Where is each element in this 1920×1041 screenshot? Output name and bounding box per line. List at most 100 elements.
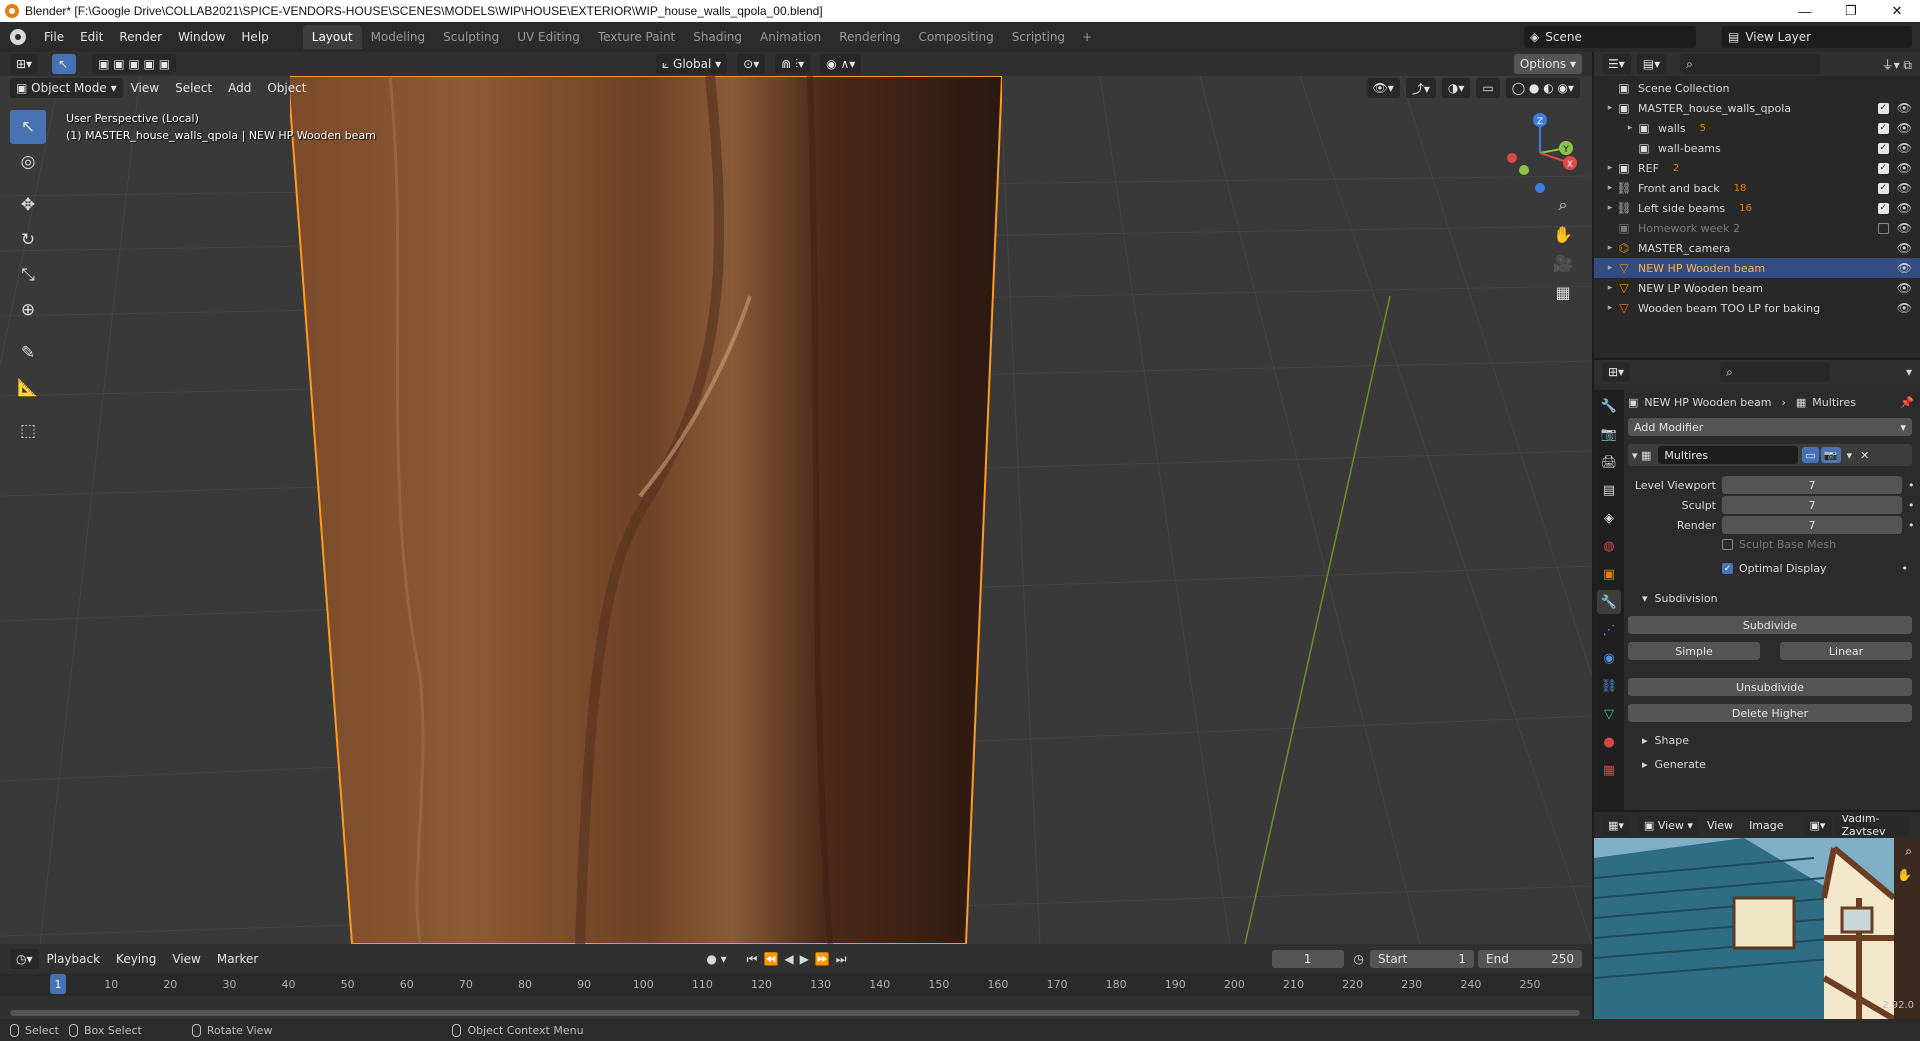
keyframe-dot-icon[interactable]: • <box>1908 499 1915 512</box>
object-mode-dropdown[interactable]: ▣ Object Mode ▾ <box>10 78 123 98</box>
annotate-tool-icon[interactable]: ✎ <box>10 336 46 370</box>
outliner-row[interactable]: ▸ ⌬ MASTER_camera 👁 <box>1594 238 1920 258</box>
tab-shading[interactable]: Shading <box>684 25 751 49</box>
menu-window[interactable]: Window <box>170 26 233 48</box>
modifier-menu-icon[interactable]: ▾ <box>1847 449 1853 462</box>
outliner-editor-type-icon[interactable]: ☰▾ <box>1602 54 1631 74</box>
subdivision-panel-header[interactable]: ▾ Subdivision <box>1628 592 1918 605</box>
cursor-tool-icon[interactable]: ◎ <box>10 145 46 179</box>
shading-mode-icons[interactable]: ◯ ● ◐ ◉▾ <box>1505 78 1580 98</box>
exclude-checkbox[interactable]: ✓ <box>1877 102 1889 114</box>
sculpt-base-mesh-checkbox[interactable] <box>1722 539 1733 550</box>
pan-hand-icon[interactable]: ✋ <box>1550 221 1576 247</box>
generate-panel-header[interactable]: ▸ Generate <box>1628 758 1918 771</box>
camera-view-icon[interactable]: 🎥 <box>1550 250 1576 276</box>
subdivide-button[interactable]: Subdivide <box>1628 616 1912 634</box>
render-toggle-icon[interactable]: 📷 <box>1820 447 1841 463</box>
add-modifier-dropdown[interactable]: Add Modifier ▾ <box>1628 418 1912 436</box>
viewport-menu-object[interactable]: Object <box>259 77 314 99</box>
image-menu-view[interactable]: View <box>1699 815 1741 836</box>
menu-help[interactable]: Help <box>233 26 276 48</box>
add-cube-tool-icon[interactable]: ⬚ <box>10 414 46 448</box>
options-dropdown[interactable]: Options ▾ <box>1513 54 1582 74</box>
timeline-playhead[interactable]: 1 <box>50 974 66 994</box>
record-icon[interactable]: ● ▾ <box>706 952 726 966</box>
keyframe-dot-icon[interactable]: • <box>1908 519 1915 532</box>
expand-arrow-icon[interactable]: ▸ <box>1604 203 1616 213</box>
view-layer-tab-icon[interactable]: ▤ <box>1597 478 1621 502</box>
exclude-checkbox[interactable]: ✓ <box>1877 202 1889 214</box>
timeline-menu-keying[interactable]: Keying <box>108 948 164 970</box>
ortho-grid-icon[interactable]: ▦ <box>1550 279 1576 305</box>
visibility-eye-icon[interactable]: 👁 <box>1897 121 1912 135</box>
blender-logo-icon[interactable] <box>10 29 26 45</box>
expand-arrow-icon[interactable]: ▸ <box>1604 163 1616 173</box>
expand-arrow-icon[interactable]: ▸ <box>1604 243 1616 253</box>
outliner-search-input[interactable]: ⌕ <box>1680 54 1821 74</box>
zoom-icon[interactable]: ⌕ <box>1550 192 1576 218</box>
expand-arrow-icon[interactable]: ▸ <box>1604 103 1616 113</box>
scene-selector[interactable]: ◈ Scene <box>1524 26 1696 48</box>
move-tool-icon[interactable]: ✥ <box>10 188 46 222</box>
tab-compositing[interactable]: Compositing <box>909 25 1002 49</box>
timeline-menu-view[interactable]: View <box>164 948 208 970</box>
timeline-scrollbar[interactable] <box>10 1010 1580 1016</box>
tab-uv-editing[interactable]: UV Editing <box>508 25 589 49</box>
outliner-row[interactable]: ▸ ⛓ Left side beams 16 ✓ 👁 <box>1594 198 1920 218</box>
material-tab-icon[interactable]: ● <box>1597 730 1621 754</box>
expand-arrow-icon[interactable]: ▸ <box>1624 123 1636 133</box>
add-workspace-icon[interactable]: + <box>1074 25 1100 49</box>
tab-scripting[interactable]: Scripting <box>1003 25 1074 49</box>
visibility-icon[interactable]: 👁▾ <box>1366 78 1400 98</box>
expand-arrow-icon[interactable]: ▸ <box>1604 263 1616 273</box>
maximize-button[interactable]: ❐ <box>1828 0 1874 22</box>
outliner-panel[interactable]: ☰▾ ▤▾ ⌕ ⏚▾ ⧉ ▣ Scene Collection ▸ ▣ MASTER… <box>1594 52 1920 358</box>
render-level-field[interactable]: 7 <box>1722 516 1902 534</box>
visibility-eye-icon[interactable]: 👁 <box>1897 201 1912 215</box>
properties-editor[interactable]: ⊞▾ ⌕ ▾ 🔧 📷 🖨 ▤ ◈ ◍ ▣ 🔧 ⋰ ◉ ⛓ ▽ ● ▦ ▣ NEW… <box>1594 360 1920 810</box>
image-browse-icon[interactable]: ▣▾ <box>1803 815 1832 835</box>
selection-mode-icons[interactable]: ▣ ▣ ▣ ▣ ▣ <box>92 54 177 74</box>
multires-modifier-header[interactable]: ▾ ▦ Multires ▭ 📷 ▾ ✕ <box>1628 444 1912 466</box>
data-tab-icon[interactable]: ▽ <box>1597 702 1621 726</box>
reference-image[interactable]: ⌕ ✋ <box>1594 838 1920 1019</box>
outliner-row[interactable]: ▸ ▣ MASTER_house_walls_qpola ✓ 👁 <box>1594 98 1920 118</box>
linear-button[interactable]: Linear <box>1780 642 1912 660</box>
outliner-row[interactable]: ▸ ⛓ Front and back 18 ✓ 👁 <box>1594 178 1920 198</box>
scale-tool-icon[interactable]: ⤡ <box>10 258 46 292</box>
properties-editor-type-icon[interactable]: ⊞▾ <box>1602 362 1631 382</box>
measure-tool-icon[interactable]: 📐 <box>10 371 46 405</box>
exclude-checkbox[interactable]: ✓ <box>1877 182 1889 194</box>
tab-layout[interactable]: Layout <box>302 25 362 49</box>
exclude-checkbox[interactable] <box>1877 222 1889 234</box>
timeline-ruler[interactable]: 1102030405060708090100110120130140150160… <box>0 974 1592 996</box>
output-tab-icon[interactable]: 🖨 <box>1597 450 1621 474</box>
tab-animation[interactable]: Animation <box>751 25 830 49</box>
outliner-row[interactable]: ▸ ▽ NEW HP Wooden beam 👁 <box>1594 258 1920 278</box>
display-mode-icon[interactable]: ▤▾ <box>1636 54 1667 74</box>
sculpt-level-field[interactable]: 7 <box>1722 496 1902 514</box>
gizmo-toggle-icon[interactable]: ⤴▾ <box>1405 78 1436 98</box>
wooden-beam-mesh[interactable] <box>290 76 1002 944</box>
visibility-eye-icon[interactable]: 👁 <box>1897 261 1912 275</box>
image-name-field[interactable]: Vadim-Zaytsev <box>1835 815 1910 835</box>
snap-icon[interactable]: ⋒ ⫶▾ <box>775 54 811 74</box>
visibility-eye-icon[interactable]: 👁 <box>1897 221 1912 235</box>
proportional-editing-icon[interactable]: ◉ ∧▾ <box>820 54 862 74</box>
close-button[interactable]: ✕ <box>1874 0 1920 22</box>
constraints-tab-icon[interactable]: ⛓ <box>1597 674 1621 698</box>
tool-tab-icon[interactable]: 🔧 <box>1597 394 1621 418</box>
properties-search-input[interactable]: ⌕ <box>1720 362 1831 382</box>
playback-controls[interactable]: ⏮⏪◀▶⏩⏭ <box>747 952 853 967</box>
exclude-checkbox[interactable]: ✓ <box>1877 142 1889 154</box>
outliner-scene-collection[interactable]: ▣ Scene Collection <box>1594 78 1920 98</box>
modifier-tab-icon[interactable]: 🔧 <box>1597 590 1621 614</box>
keyframe-dot-icon[interactable]: • <box>1908 479 1915 492</box>
physics-tab-icon[interactable]: ◉ <box>1597 646 1621 670</box>
outliner-row[interactable]: ▸ ▣ walls 5 ✓ 👁 <box>1594 118 1920 138</box>
timeline-menu-playback[interactable]: Playback <box>39 948 109 970</box>
exclude-checkbox[interactable]: ✓ <box>1877 122 1889 134</box>
view-layer-selector[interactable]: ▤ View Layer <box>1722 26 1912 48</box>
transform-orientation-dropdown[interactable]: ⟀ Global ▾ <box>656 54 728 74</box>
simple-button[interactable]: Simple <box>1628 642 1760 660</box>
